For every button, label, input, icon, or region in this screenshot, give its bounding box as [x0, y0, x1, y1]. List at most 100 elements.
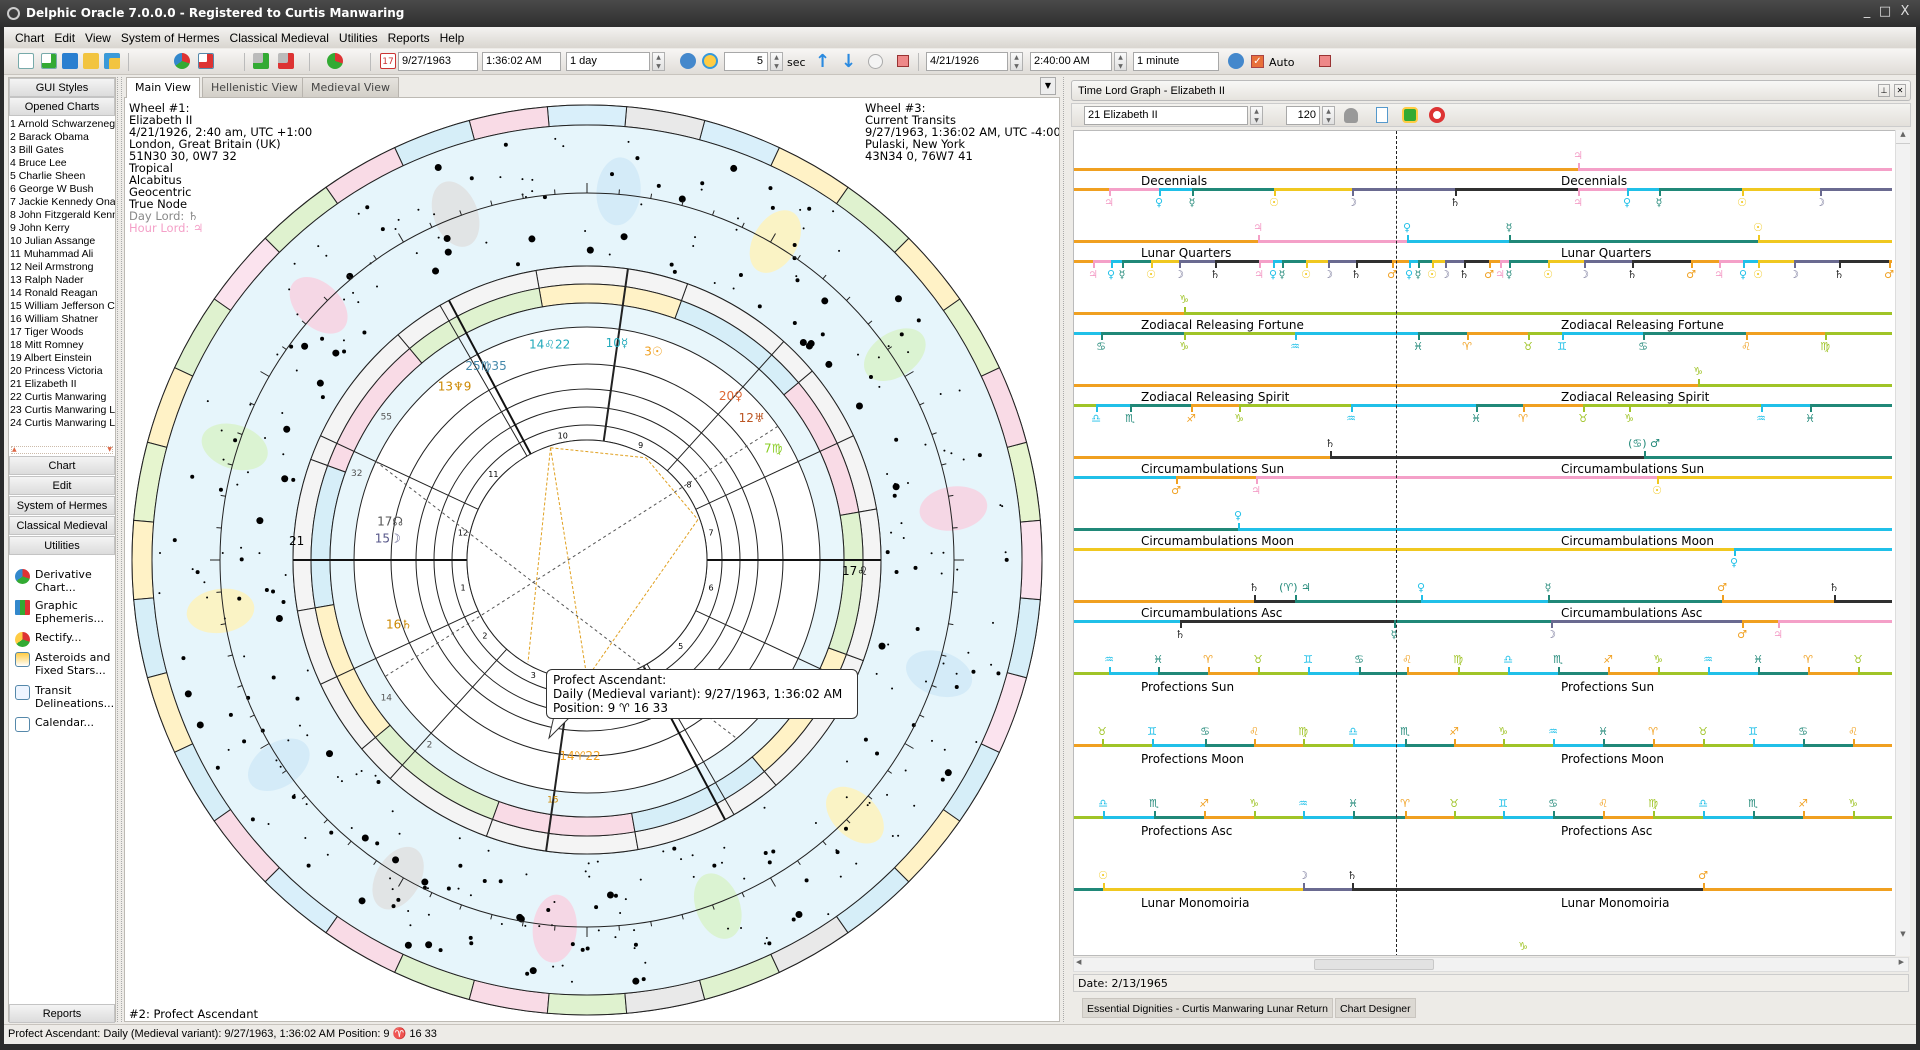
opened-chart-item[interactable]: 12 Neil Armstrong	[10, 261, 115, 274]
chart-select-spinner[interactable]: ▲ ▼	[1250, 106, 1263, 125]
opened-chart-item[interactable]: 13 Ralph Nader	[10, 274, 115, 287]
period-segment[interactable]	[1509, 260, 1548, 263]
period-segment[interactable]	[1394, 620, 1551, 623]
period-segment[interactable]	[1295, 600, 1421, 603]
period-segment[interactable]	[1454, 744, 1503, 747]
opened-chart-item[interactable]: 22 Curtis Manwaring	[10, 391, 115, 404]
opened-chart-item[interactable]: 11 Muhammad Ali	[10, 248, 115, 261]
natal-time-spinner[interactable]: ▲ ▼	[1114, 52, 1127, 71]
period-segment[interactable]	[1629, 404, 1761, 407]
opened-chart-item[interactable]: 9 John Kerry	[10, 222, 115, 235]
open-check-icon[interactable]	[41, 53, 57, 69]
natal-date-spinner[interactable]: ▲ ▼	[1010, 52, 1023, 71]
scroll-left-button[interactable]: ◀	[1076, 958, 1081, 966]
opened-chart-item[interactable]: 21 Elizabeth II	[10, 378, 115, 391]
period-segment[interactable]	[1659, 188, 1742, 191]
period-segment[interactable]	[1558, 672, 1608, 675]
scroll-down-button[interactable]: ▼	[1896, 930, 1910, 944]
tab-essential-dignities[interactable]: Essential Dignities - Curtis Manwaring L…	[1082, 998, 1334, 1018]
period-segment[interactable]	[1858, 672, 1892, 675]
period-segment[interactable]	[1820, 188, 1892, 191]
scroll-thumb[interactable]	[1314, 959, 1434, 970]
period-segment[interactable]	[1553, 816, 1603, 819]
period-segment[interactable]	[1825, 332, 1892, 335]
utility-item[interactable]: Derivative Chart...	[13, 568, 117, 594]
period-segment[interactable]	[1464, 260, 1489, 263]
alarm-clock-icon[interactable]	[702, 53, 718, 69]
period-segment[interactable]	[1179, 260, 1215, 263]
folder-icon[interactable]	[83, 53, 99, 69]
period-segment[interactable]	[1553, 744, 1603, 747]
period-segment[interactable]	[1508, 672, 1558, 675]
section-button-system-of-hermes[interactable]: System of Hermes	[9, 496, 115, 515]
period-segment[interactable]	[1657, 476, 1892, 479]
period-segment[interactable]	[1151, 260, 1179, 263]
opened-chart-item[interactable]: 17 Tiger Woods	[10, 326, 115, 339]
period-segment[interactable]	[1418, 332, 1467, 335]
period-segment[interactable]	[1753, 816, 1803, 819]
period-segment[interactable]	[1523, 404, 1583, 407]
period-segment[interactable]	[1205, 744, 1254, 747]
period-segment[interactable]	[1658, 672, 1708, 675]
period-segment[interactable]	[1352, 188, 1455, 191]
period-segment[interactable]	[1351, 404, 1476, 407]
interval-spinner[interactable]: ▲ ▼	[770, 52, 783, 71]
period-segment[interactable]	[1074, 332, 1101, 335]
period-segment[interactable]	[1503, 744, 1553, 747]
period-segment[interactable]	[1778, 620, 1892, 623]
chart-date-input[interactable]: 9/27/1963	[398, 52, 478, 71]
arrow-down-icon[interactable]: ↓	[841, 51, 856, 72]
period-segment[interactable]	[1192, 188, 1274, 191]
tab-chart-designer[interactable]: Chart Designer	[1335, 998, 1416, 1018]
period-segment[interactable]	[1152, 744, 1205, 747]
period-segment[interactable]	[1074, 888, 1103, 891]
period-segment[interactable]	[1834, 600, 1892, 603]
period-segment[interactable]	[1306, 260, 1328, 263]
period-segment[interactable]	[1578, 168, 1892, 171]
chart-select[interactable]: 21 Elizabeth II	[1084, 106, 1248, 125]
period-segment[interactable]	[1295, 332, 1418, 335]
period-segment[interactable]	[1407, 240, 1509, 243]
panel-splitter[interactable]	[1063, 77, 1069, 1022]
period-segment[interactable]	[1608, 672, 1658, 675]
step-spinner[interactable]: ▲ ▼	[652, 52, 665, 71]
period-segment[interactable]	[1356, 260, 1392, 263]
period-segment[interactable]	[1074, 672, 1109, 675]
period-segment[interactable]	[1627, 188, 1659, 191]
period-segment[interactable]	[1708, 672, 1758, 675]
period-segment[interactable]	[1719, 260, 1743, 263]
period-count-input[interactable]: 120	[1286, 106, 1320, 125]
grey-record-icon[interactable]	[1344, 108, 1358, 123]
natal-time-input[interactable]: 2:40:00 AM	[1030, 52, 1112, 71]
period-segment[interactable]	[1476, 404, 1523, 407]
natal-step-select[interactable]: 1 minute	[1133, 52, 1219, 71]
menu-view[interactable]: View	[80, 31, 116, 45]
opened-chart-item[interactable]: 4 Bruce Lee	[10, 157, 115, 170]
utility-item[interactable]: Graphic Ephemeris...	[13, 599, 117, 625]
period-segment[interactable]	[1191, 404, 1239, 407]
period-segment[interactable]	[1096, 404, 1130, 407]
period-segment[interactable]	[1256, 476, 1657, 479]
close-panel-icon[interactable]: ✕	[1894, 84, 1906, 97]
period-segment[interactable]	[1418, 260, 1432, 263]
period-segment[interactable]	[1455, 188, 1578, 191]
period-segment[interactable]	[1758, 240, 1892, 243]
period-segment[interactable]	[1074, 600, 1254, 603]
stop-circle-icon[interactable]	[868, 54, 883, 69]
period-segment[interactable]	[1583, 404, 1629, 407]
period-segment[interactable]	[1176, 476, 1256, 479]
period-segment[interactable]	[1392, 260, 1409, 263]
period-segment[interactable]	[1454, 816, 1503, 819]
period-segment[interactable]	[1703, 744, 1753, 747]
period-segment[interactable]	[1352, 888, 1703, 891]
period-segment[interactable]	[1653, 816, 1703, 819]
period-segment[interactable]	[1103, 888, 1303, 891]
period-segment[interactable]	[1551, 620, 1742, 623]
period-segment[interactable]	[1328, 260, 1356, 263]
period-segment[interactable]	[1584, 260, 1632, 263]
utility-item[interactable]: Asteroids and Fixed Stars...	[13, 651, 117, 677]
period-segment[interactable]	[1259, 260, 1273, 263]
period-segment[interactable]	[1746, 332, 1825, 335]
period-segment[interactable]	[1208, 672, 1258, 675]
period-segment[interactable]	[1074, 188, 1109, 191]
